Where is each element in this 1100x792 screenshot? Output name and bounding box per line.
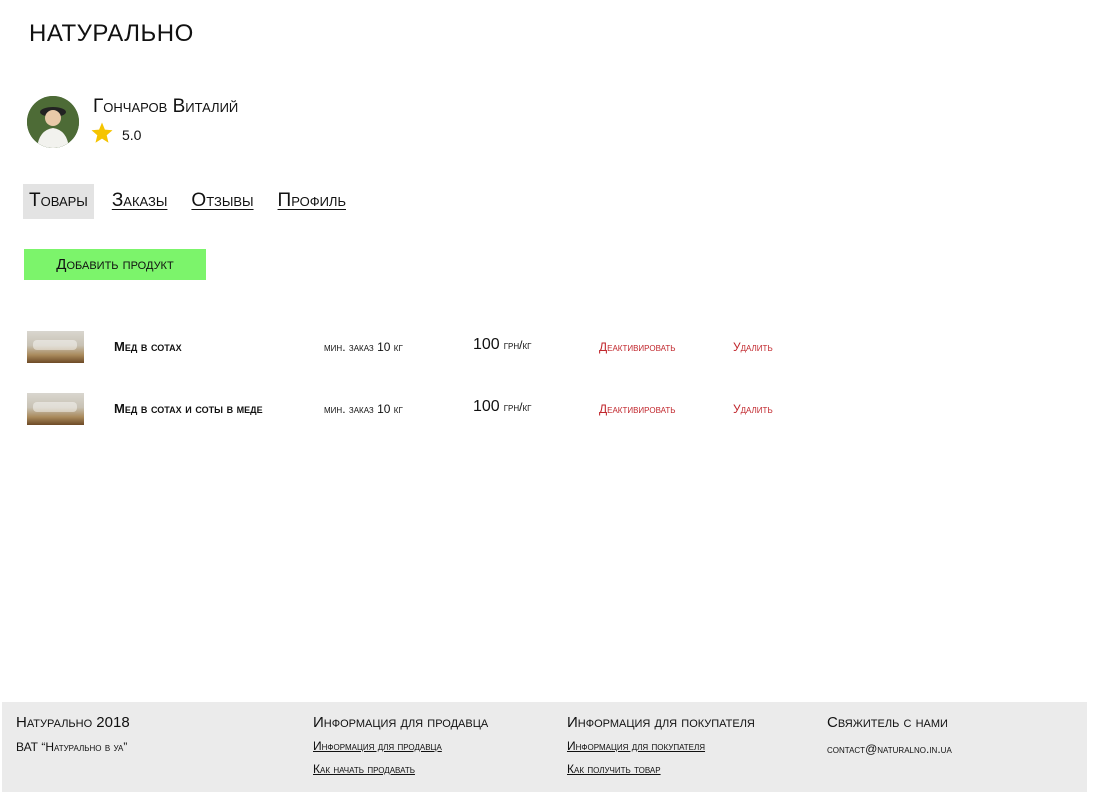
product-thumbnail[interactable] (27, 331, 84, 363)
tab-reviews[interactable]: Отзывы (185, 184, 259, 219)
product-price: 100 грн/кг (473, 336, 531, 354)
deactivate-link[interactable]: Деактивировать (599, 340, 675, 354)
product-price-value: 100 (473, 336, 500, 353)
product-price: 100 грн/кг (473, 398, 531, 416)
add-product-button[interactable]: Добавить продукт (24, 249, 206, 280)
footer-brand: Натурально 2018 ВАТ “Натурально в уа” (16, 714, 130, 754)
product-min-order: мин. заказ 10 кг (324, 340, 403, 354)
footer-buyer-info-link[interactable]: Информация для покупателя (567, 739, 755, 753)
seller-name: Гончаров Виталий (93, 96, 239, 117)
footer-get-product-link[interactable]: Как получить товар (567, 762, 755, 776)
star-icon (91, 122, 113, 143)
footer-seller-title: Информация для продавца (313, 714, 489, 731)
site-logo[interactable]: НАТУРАЛЬНО (29, 20, 194, 48)
product-price-unit: грн/кг (503, 400, 532, 414)
footer-buyer-info: Информация для покупателя Информация для… (567, 714, 755, 776)
delete-link[interactable]: Удалить (733, 340, 773, 354)
footer-contact-title: Свяжитель с нами (827, 714, 948, 731)
footer: Натурально 2018 ВАТ “Натурально в уа” Ин… (2, 702, 1087, 792)
tab-bar: Товары Заказы Отзывы Профиль (23, 184, 364, 219)
product-price-value: 100 (473, 398, 500, 415)
product-row: Мед в сотах и соты в меде мин. заказ 10 … (27, 393, 807, 425)
seller-avatar (27, 96, 79, 148)
footer-buyer-title: Информация для покупателя (567, 714, 755, 731)
footer-brand-title: Натурально 2018 (16, 714, 130, 731)
deactivate-link[interactable]: Деактивировать (599, 402, 675, 416)
product-min-order: мин. заказ 10 кг (324, 402, 403, 416)
user-photo-icon (27, 96, 79, 148)
product-row: Мед в сотах мин. заказ 10 кг 100 грн/кг Д… (27, 331, 807, 363)
tab-products[interactable]: Товары (23, 184, 94, 219)
product-price-unit: грн/кг (503, 338, 532, 352)
delete-link[interactable]: Удалить (733, 402, 773, 416)
tab-orders[interactable]: Заказы (106, 184, 174, 219)
footer-company: ВАТ “Натурально в уа” (16, 740, 128, 754)
product-name[interactable]: Мед в сотах и соты в меде (114, 401, 304, 416)
footer-seller-info: Информация для продавца Информация для п… (313, 714, 488, 776)
product-name[interactable]: Мед в сотах (114, 339, 304, 354)
footer-contact: Свяжитель с нами contact@naturalno.in.ua (827, 714, 952, 756)
footer-contact-email[interactable]: contact@naturalno.in.ua (827, 742, 952, 756)
tab-profile[interactable]: Профиль (272, 184, 352, 219)
product-thumbnail[interactable] (27, 393, 84, 425)
footer-seller-info-link[interactable]: Информация для продавца (313, 739, 488, 753)
seller-rating: 5.0 (122, 127, 142, 143)
footer-start-selling-link[interactable]: Как начать продавать (313, 762, 488, 776)
